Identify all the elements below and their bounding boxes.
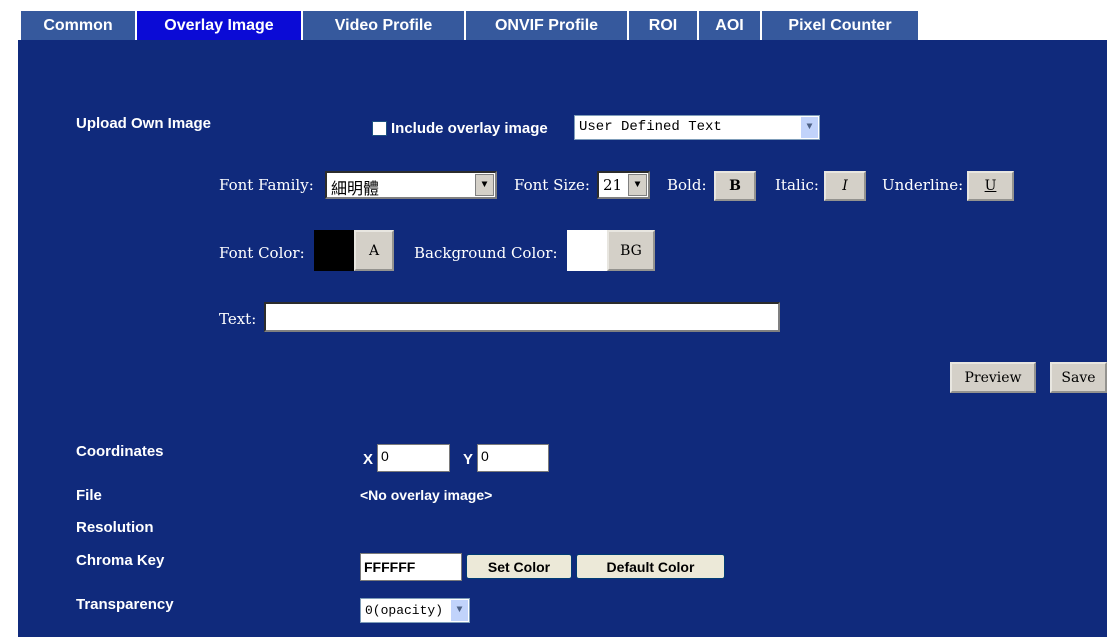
font-family-value: 細明體	[331, 179, 380, 198]
italic-button[interactable]: I	[824, 171, 866, 201]
x-label: X	[363, 451, 374, 468]
y-label: Y	[463, 451, 474, 468]
italic-label: Italic:	[775, 176, 819, 194]
chevron-down-icon: ▼	[801, 117, 818, 138]
transparency-select[interactable]: 0(opacity) ▼	[360, 598, 470, 623]
tab-label: Common	[43, 16, 113, 34]
tab-label: AOI	[715, 16, 744, 34]
font-size-value: 21	[603, 176, 623, 194]
tab-bar: Common Overlay Image Video Profile ONVIF…	[20, 10, 919, 40]
underline-label: Underline:	[882, 176, 964, 194]
tab-overlay-image[interactable]: Overlay Image	[136, 10, 302, 40]
font-family-select[interactable]: 細明體 ▼	[325, 171, 497, 199]
chroma-key-label: Chroma Key	[76, 552, 165, 569]
overlay-mode-value: User Defined Text	[579, 119, 722, 135]
tab-common[interactable]: Common	[20, 10, 136, 40]
font-size-label: Font Size:	[514, 176, 590, 194]
file-value: <No overlay image>	[360, 487, 493, 503]
tab-aoi[interactable]: AOI	[698, 10, 761, 40]
underline-button[interactable]: U	[967, 171, 1014, 201]
file-label: File	[76, 487, 102, 504]
x-coordinate-input[interactable]: 0	[377, 444, 450, 472]
overlay-text-input[interactable]	[264, 302, 780, 332]
include-overlay-label: Include overlay image	[391, 120, 548, 137]
tab-pixel-counter[interactable]: Pixel Counter	[761, 10, 919, 40]
tab-onvif-profile[interactable]: ONVIF Profile	[465, 10, 628, 40]
tab-label: ONVIF Profile	[494, 16, 599, 34]
background-color-button[interactable]: BG	[607, 230, 655, 271]
font-color-label: Font Color:	[219, 244, 305, 262]
default-color-button[interactable]: Default Color	[576, 554, 725, 579]
transparency-label: Transparency	[76, 596, 174, 613]
resolution-label: Resolution	[76, 519, 154, 536]
tab-label: Pixel Counter	[788, 16, 892, 34]
text-label: Text:	[219, 310, 257, 328]
save-button[interactable]: Save	[1050, 362, 1107, 393]
font-family-label: Font Family:	[219, 176, 314, 194]
tab-video-profile[interactable]: Video Profile	[302, 10, 465, 40]
bold-label: Bold:	[667, 176, 707, 194]
upload-own-image-label: Upload Own Image	[76, 115, 212, 132]
overlay-mode-select[interactable]: User Defined Text ▼	[574, 115, 820, 140]
bold-button[interactable]: B	[714, 171, 756, 201]
tab-label: ROI	[648, 16, 678, 34]
chroma-key-input[interactable]: FFFFFF	[360, 553, 462, 581]
include-overlay-checkbox[interactable]	[372, 121, 387, 136]
chevron-down-icon: ▼	[451, 600, 468, 621]
chevron-down-icon: ▼	[628, 174, 647, 196]
font-color-button[interactable]: A	[354, 230, 394, 271]
tab-label: Overlay Image	[164, 16, 274, 34]
y-coordinate-input[interactable]: 0	[477, 444, 549, 472]
transparency-value: 0(opacity)	[365, 603, 444, 618]
background-color-label: Background Color:	[414, 244, 558, 262]
chevron-down-icon: ▼	[475, 174, 494, 196]
font-size-select[interactable]: 21 ▼	[597, 171, 650, 199]
font-color-swatch[interactable]	[314, 230, 354, 271]
coordinates-label: Coordinates	[76, 443, 164, 460]
tab-roi[interactable]: ROI	[628, 10, 698, 40]
preview-button[interactable]: Preview	[950, 362, 1036, 393]
background-color-swatch[interactable]	[567, 230, 607, 271]
set-color-button[interactable]: Set Color	[466, 554, 572, 579]
tab-label: Video Profile	[334, 16, 433, 34]
